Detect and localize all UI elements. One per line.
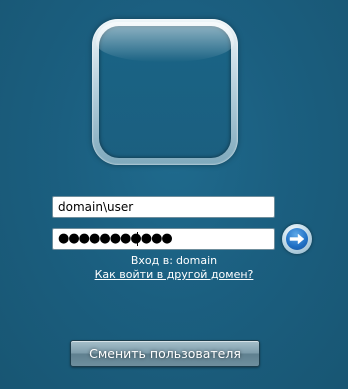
username-value: domain\user <box>58 200 134 214</box>
submit-login-button[interactable] <box>282 224 312 254</box>
other-domain-link[interactable]: Как войти в другой домен? <box>0 268 348 281</box>
domain-name: domain <box>175 254 218 267</box>
arrow-right-icon <box>289 233 305 245</box>
password-field[interactable]: ●●●●●●●●●●● <box>52 228 275 250</box>
user-avatar-frame <box>92 19 238 165</box>
password-mask: ●●●●●●●●●●● <box>58 231 173 246</box>
logon-domain-info: Вход в: domain <box>0 254 348 267</box>
username-field[interactable]: domain\user <box>52 196 275 218</box>
switch-user-button[interactable]: Сменить пользователя <box>70 340 260 367</box>
domain-label: Вход в: <box>130 254 173 267</box>
text-caret <box>137 232 138 246</box>
user-avatar-picture <box>99 26 231 158</box>
